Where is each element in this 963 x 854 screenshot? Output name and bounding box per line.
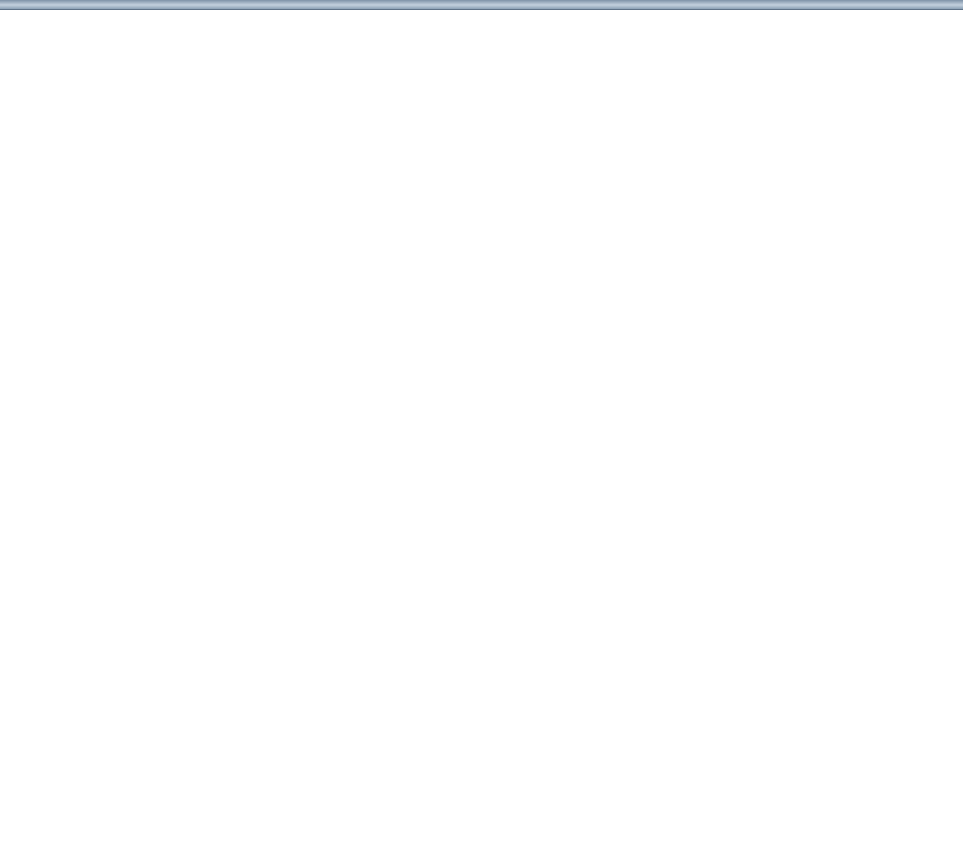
wiring-diagram-page — [0, 0, 963, 854]
wiring-diagram-canvas[interactable] — [0, 0, 963, 854]
